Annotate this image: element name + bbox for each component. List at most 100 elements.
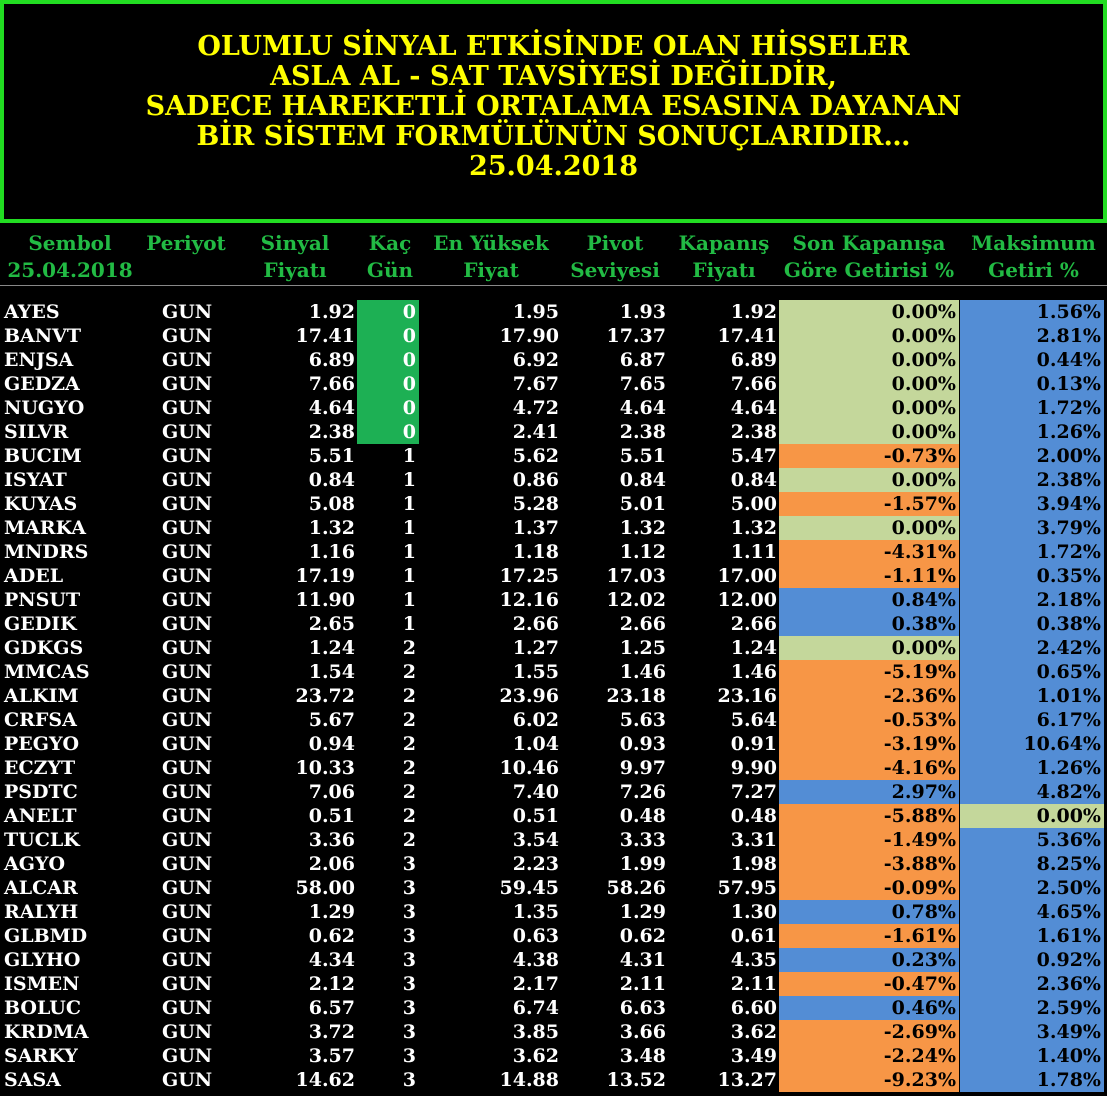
table-row: MARKA GUN 1.32 1 1.37 1.32 1.32 0.00% 3.79%: [0, 516, 1107, 540]
max-return-cell: 3.49%: [960, 1020, 1104, 1044]
symbol-cell: GLYHO: [4, 949, 81, 971]
period-cell: GUN: [162, 901, 213, 923]
table-row: BUCIM GUN 5.51 1 5.62 5.51 5.47 -0.73% 2.00%: [0, 444, 1107, 468]
highest-price-cell: 2.23: [512, 853, 559, 875]
symbol-cell: ALKIM: [4, 685, 79, 707]
signal-price-cell: 2.38: [308, 421, 355, 443]
max-return-cell: 3.79%: [960, 516, 1104, 540]
days-count-cell: 3: [402, 901, 416, 923]
banner-date: 25.04.2018: [468, 150, 639, 182]
table-row: TUCLK GUN 3.36 2 3.54 3.33 3.31 -1.49% 5.36%: [0, 828, 1107, 852]
days-count-cell: 3: [402, 1021, 416, 1043]
period-cell: GUN: [162, 709, 213, 731]
days-count-cell: 0: [357, 372, 419, 396]
max-return-cell: 2.50%: [960, 876, 1104, 900]
period-cell: GUN: [162, 1069, 213, 1091]
pivot-level-cell: 58.26: [606, 877, 667, 899]
max-return-cell: 0.92%: [960, 948, 1104, 972]
max-return-cell: 1.40%: [960, 1044, 1104, 1068]
max-return-cell: 1.72%: [960, 540, 1104, 564]
return-since-close-cell: 0.78%: [779, 900, 959, 924]
header-son-kapanisa-gore-getirisi: Son Kapanışa Göre Getirisi %: [783, 231, 955, 282]
period-cell: GUN: [162, 925, 213, 947]
pivot-level-cell: 12.02: [606, 589, 667, 611]
max-return-cell: 3.94%: [960, 492, 1104, 516]
close-price-cell: 6.60: [730, 997, 777, 1019]
period-cell: GUN: [162, 493, 213, 515]
return-since-close-cell: -5.88%: [779, 804, 959, 828]
symbol-cell: GEDIK: [4, 613, 77, 635]
signal-price-cell: 7.06: [308, 781, 355, 803]
days-count-cell: 1: [402, 517, 416, 539]
table-row: ECZYT GUN 10.33 2 10.46 9.97 9.90 -4.16% 1.26%: [0, 756, 1107, 780]
header-pivot-seviyesi: Pivot Seviyesi: [570, 231, 660, 282]
pivot-level-cell: 2.66: [619, 613, 666, 635]
period-cell: GUN: [162, 973, 213, 995]
close-price-cell: 0.84: [730, 469, 777, 491]
return-since-close-cell: 0.00%: [779, 300, 959, 324]
header-en-yuksek-fiyat: En Yüksek Fiyat: [433, 231, 549, 282]
highest-price-cell: 17.90: [499, 325, 560, 347]
return-since-close-cell: -0.73%: [779, 444, 959, 468]
pivot-level-cell: 0.62: [619, 925, 666, 947]
period-cell: GUN: [162, 757, 213, 779]
return-since-close-cell: 0.00%: [779, 516, 959, 540]
header-maksimum-getiri: Maksimum Getiri %: [971, 231, 1096, 282]
table-row: BANVT GUN 17.41 0 17.90 17.37 17.41 0.00% 2.81%: [0, 324, 1107, 348]
days-count-cell: 1: [402, 589, 416, 611]
signal-price-cell: 6.57: [308, 997, 355, 1019]
table-row: ANELT GUN 0.51 2 0.51 0.48 0.48 -5.88% 0.00%: [0, 804, 1107, 828]
signal-price-cell: 3.72: [308, 1021, 355, 1043]
close-price-cell: 3.31: [730, 829, 777, 851]
pivot-level-cell: 1.25: [619, 637, 666, 659]
period-cell: GUN: [162, 589, 213, 611]
close-price-cell: 1.32: [730, 517, 777, 539]
return-since-close-cell: 0.00%: [779, 468, 959, 492]
return-since-close-cell: 0.23%: [779, 948, 959, 972]
days-count-cell: 3: [402, 1069, 416, 1091]
banner-line-4: BİR SİSTEM FORMÜLÜNÜN SONUÇLARIDIR…: [196, 120, 911, 152]
signal-price-cell: 1.54: [308, 661, 355, 683]
signal-price-cell: 2.65: [308, 613, 355, 635]
days-count-cell: 2: [402, 733, 416, 755]
close-price-cell: 5.64: [730, 709, 777, 731]
symbol-cell: GEDZA: [4, 373, 80, 395]
table-row: AGYO GUN 2.06 3 2.23 1.99 1.98 -3.88% 8.25%: [0, 852, 1107, 876]
days-count-cell: 3: [402, 853, 416, 875]
symbol-cell: ISMEN: [4, 973, 80, 995]
period-cell: GUN: [162, 805, 213, 827]
signal-price-cell: 1.92: [308, 301, 355, 323]
highest-price-cell: 0.86: [512, 469, 559, 491]
pivot-level-cell: 6.63: [619, 997, 666, 1019]
table-row: CRFSA GUN 5.67 2 6.02 5.63 5.64 -0.53% 6.17%: [0, 708, 1107, 732]
days-count-cell: 2: [402, 757, 416, 779]
max-return-cell: 0.00%: [960, 804, 1104, 828]
signal-price-cell: 1.24: [308, 637, 355, 659]
max-return-cell: 2.38%: [960, 468, 1104, 492]
highest-price-cell: 1.27: [512, 637, 559, 659]
table-row: MNDRS GUN 1.16 1 1.18 1.12 1.11 -4.31% 1.72%: [0, 540, 1107, 564]
max-return-cell: 8.25%: [960, 852, 1104, 876]
period-cell: GUN: [162, 1045, 213, 1067]
days-count-cell: 2: [402, 709, 416, 731]
close-price-cell: 0.91: [730, 733, 777, 755]
symbol-cell: MMCAS: [4, 661, 90, 683]
symbol-cell: MARKA: [4, 517, 87, 539]
days-count-cell: 1: [402, 541, 416, 563]
days-count-cell: 0: [357, 348, 419, 372]
period-cell: GUN: [162, 517, 213, 539]
table-row: GEDIK GUN 2.65 1 2.66 2.66 2.66 0.38% 0.38%: [0, 612, 1107, 636]
symbol-cell: GLBMD: [4, 925, 88, 947]
signal-price-cell: 23.72: [295, 685, 356, 707]
max-return-cell: 2.36%: [960, 972, 1104, 996]
header-divider: [0, 285, 1107, 286]
pivot-level-cell: 17.03: [606, 565, 667, 587]
period-cell: GUN: [162, 685, 213, 707]
close-price-cell: 1.24: [730, 637, 777, 659]
close-price-cell: 57.95: [717, 877, 778, 899]
pivot-level-cell: 7.65: [619, 373, 666, 395]
days-count-cell: 1: [402, 469, 416, 491]
pivot-level-cell: 1.12: [619, 541, 666, 563]
symbol-cell: GDKGS: [4, 637, 84, 659]
return-since-close-cell: -1.11%: [779, 564, 959, 588]
